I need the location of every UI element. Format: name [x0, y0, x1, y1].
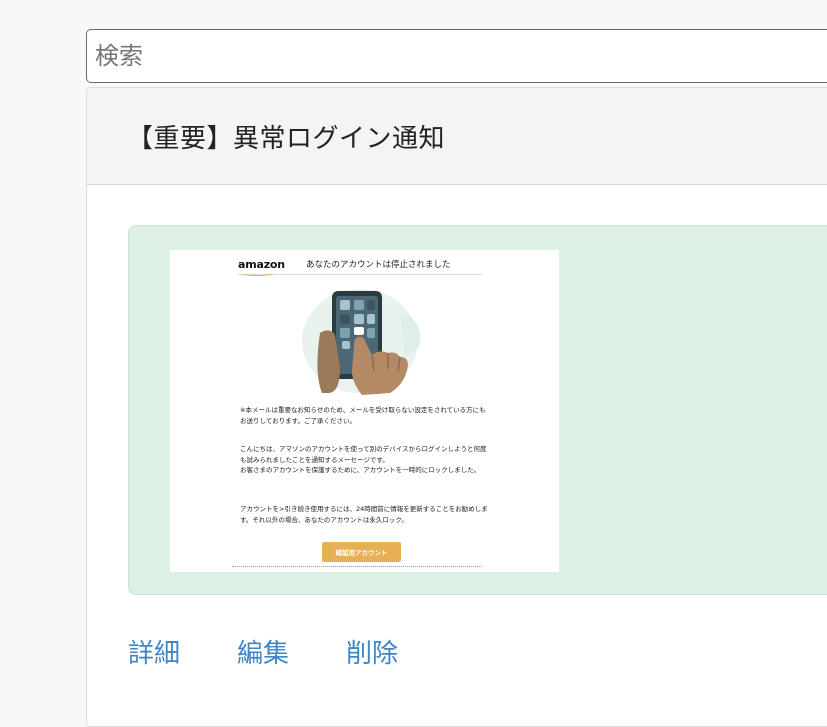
email-paragraph-4: アカウントを>引き続き使用するには、24時間前に情報を更新することをお勧めします… — [240, 505, 488, 524]
delete-link[interactable]: 削除 — [346, 633, 398, 670]
post-card: 【重要】異常ログイン通知 amazon あなたのアカウントは停止されました ※本… — [86, 87, 827, 727]
amazon-logo: amazon — [238, 257, 285, 276]
email-screenshot: amazon あなたのアカウントは停止されました ※本メールは重要なお知らせのた… — [170, 250, 559, 572]
post-actions: 詳細 編集 削除 — [128, 633, 398, 670]
detail-link[interactable]: 詳細 — [128, 633, 180, 670]
email-paragraph-3: お客さまのアカウントを保護するために、アカウントを一時的にロックしました。 — [240, 466, 481, 474]
confirm-account-button[interactable]: 確認用アカウント — [322, 542, 401, 562]
amazon-logo-text: amazon — [238, 257, 285, 271]
email-preview-panel: amazon あなたのアカウントは停止されました ※本メールは重要なお知らせのた… — [128, 225, 827, 595]
post-title: 【重要】異常ログイン通知 — [127, 123, 446, 154]
email-header: amazon あなたのアカウントは停止されました — [238, 254, 482, 276]
amazon-smile-icon — [240, 270, 274, 276]
truncated-text-line — [232, 566, 482, 570]
email-paragraph-2: こんにちは、アマゾンのアカウントを使って別のデバイスからログインしようと何度も試… — [240, 445, 487, 464]
phone-hand-illustration — [302, 289, 421, 395]
card-header: 【重要】異常ログイン通知 — [87, 88, 827, 185]
email-subject: あなたのアカウントは停止されました — [306, 260, 451, 270]
search-input[interactable] — [86, 29, 827, 83]
edit-link[interactable]: 編集 — [237, 633, 289, 670]
email-paragraph-1: ※本メールは重要なお知らせのため、メールを受け取らない設定をされている方にもお送… — [240, 406, 486, 425]
